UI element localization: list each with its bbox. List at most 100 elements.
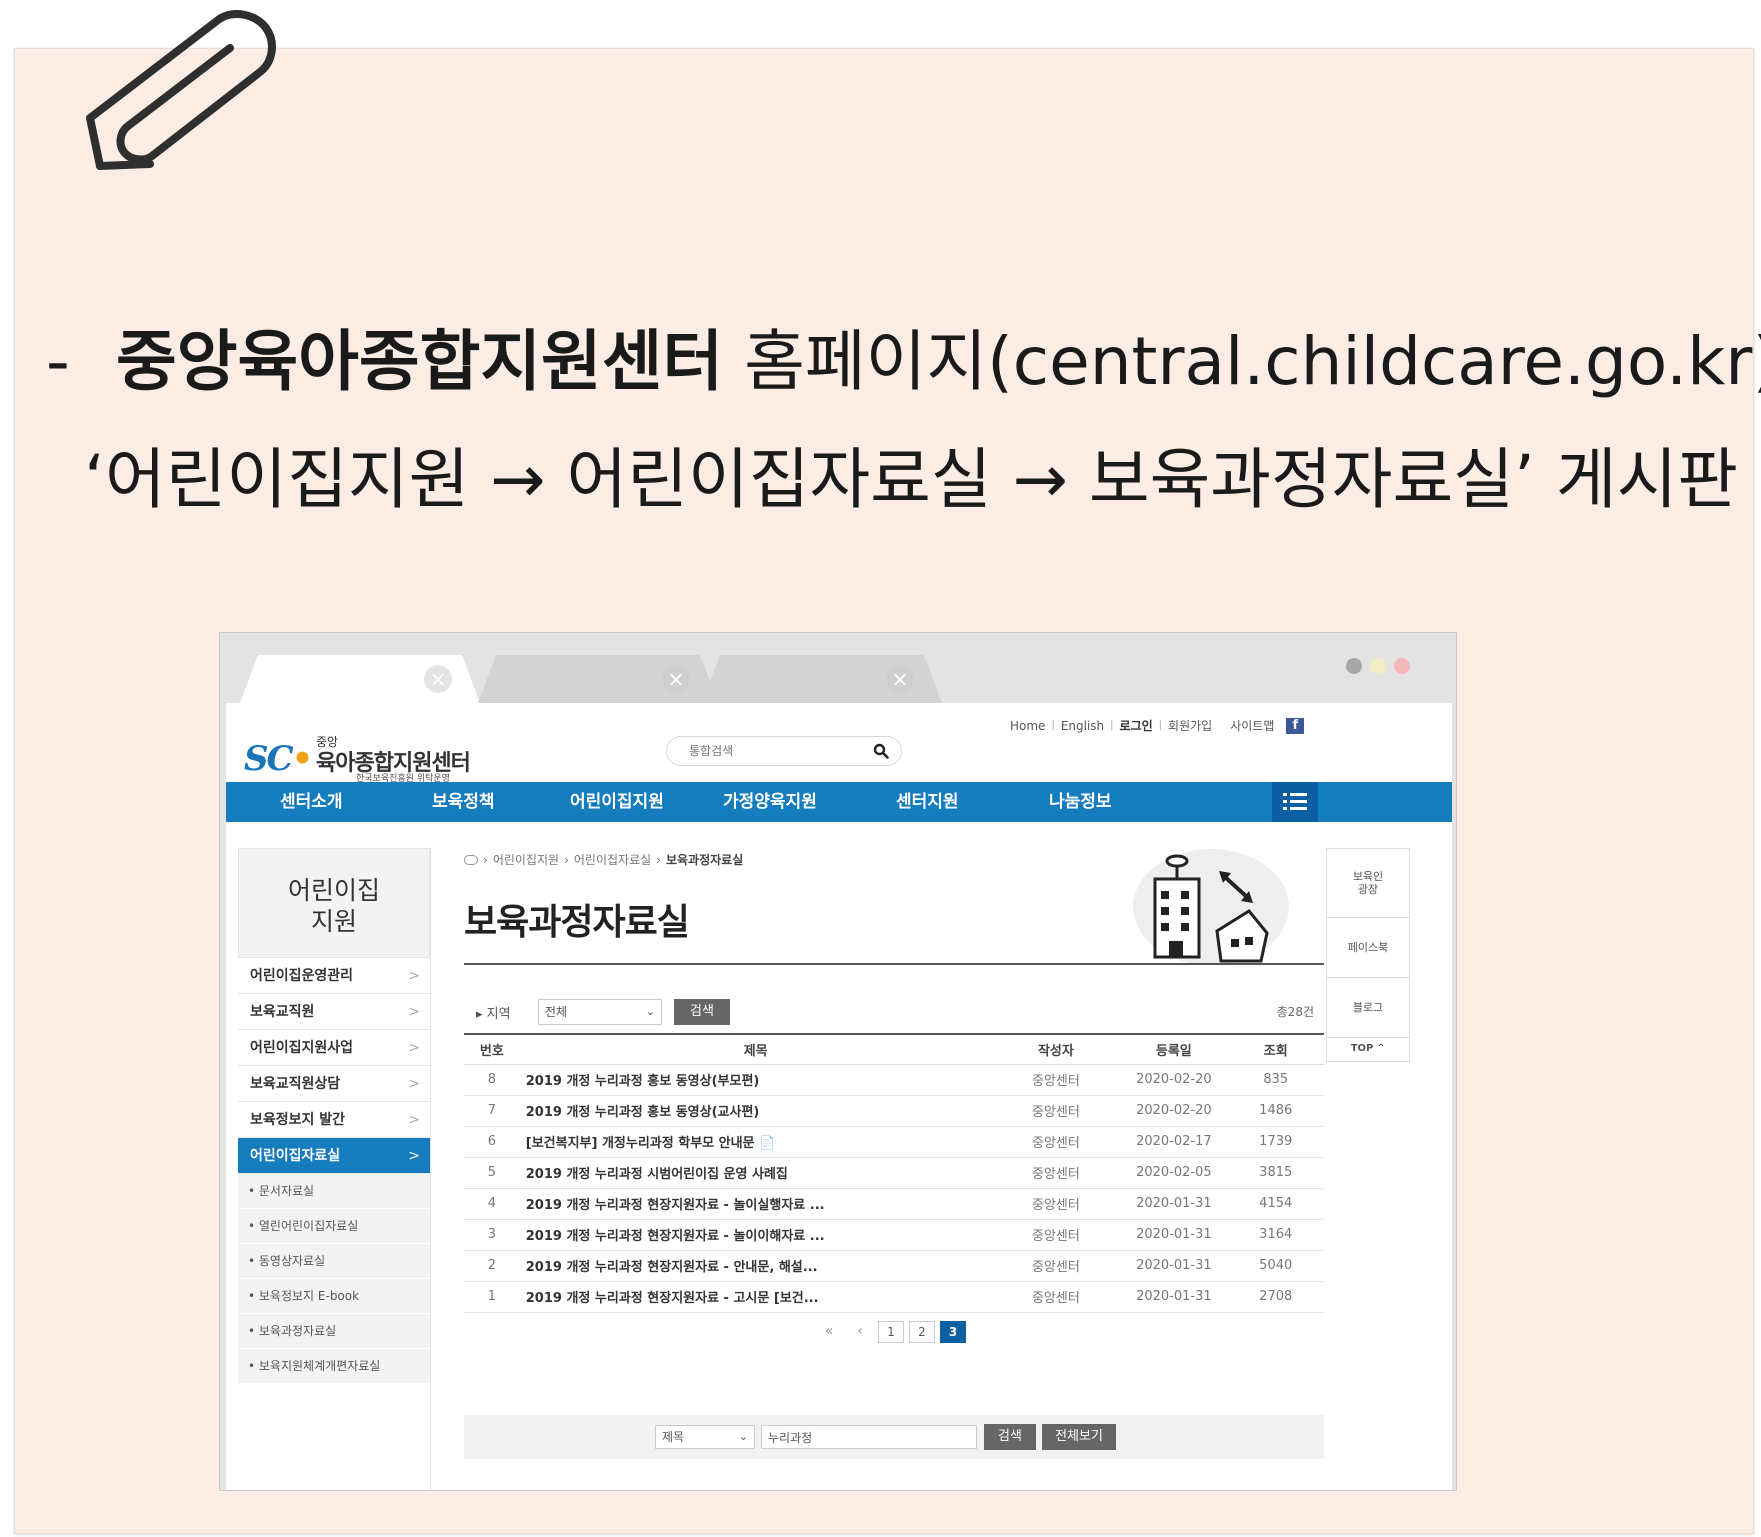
- lnb-item[interactable]: 어린이집운영관리 >: [238, 958, 430, 994]
- lnb-item-label: 어린이집자료실: [250, 1148, 341, 1164]
- cell-writer: 중앙센터: [991, 1281, 1121, 1313]
- web-page: SC• 중앙 육아종합지원센터 한국보육진흥원 위탁운영 Home | Engl…: [226, 703, 1452, 1490]
- gnb-item-sharing-info[interactable]: 나눔정보: [1049, 782, 1112, 822]
- page-button-current[interactable]: 3: [940, 1321, 966, 1343]
- table-row[interactable]: 3 2019 개정 누리과정 현장지원자료 - 놀이이해자료 ... 중앙센터 202…: [464, 1219, 1324, 1251]
- browser-tab[interactable]: ×: [702, 655, 942, 703]
- search-input[interactable]: [689, 742, 859, 760]
- facebook-icon[interactable]: f: [1286, 717, 1305, 734]
- cell-date: 2020-02-05: [1120, 1157, 1228, 1189]
- table-row[interactable]: 8 2019 개정 누리과정 홍보 동영상(부모편) 중앙센터 2020-02-20 8…: [464, 1064, 1324, 1096]
- first-page-button[interactable]: «: [816, 1321, 842, 1343]
- region-select[interactable]: 전체 ⌄: [538, 999, 662, 1025]
- lnb-item[interactable]: 보육교직원 >: [238, 994, 430, 1030]
- table-row[interactable]: 5 2019 개정 누리과정 시범어린이집 운영 사례집 중앙센터 2020-02-0…: [464, 1157, 1324, 1189]
- view-all-button[interactable]: 전체보기: [1042, 1424, 1116, 1450]
- cell-subject[interactable]: 2019 개정 누리과정 현장지원자료 - 놀이실행자료 ...: [519, 1188, 992, 1220]
- table-row[interactable]: 1 2019 개정 누리과정 현장지원자료 - 고시문 [보건... 중앙센터 202…: [464, 1281, 1324, 1313]
- browser-tab-active[interactable]: ×: [240, 655, 480, 703]
- keyword-input[interactable]: [761, 1425, 977, 1449]
- cell-date: 2020-02-20: [1120, 1095, 1228, 1127]
- sitemap-link[interactable]: 사이트맵: [1230, 717, 1274, 734]
- lnb-item[interactable]: 어린이집지원사업 >: [238, 1030, 430, 1066]
- pagination: « ‹ 1 2 3: [816, 1321, 966, 1343]
- global-nav: 센터소개 보육정책 어린이집지원 가정양육지원 센터지원 나눔정보: [226, 782, 1452, 822]
- close-icon[interactable]: ×: [424, 665, 452, 693]
- bottom-search-bar: 제목⌄ 검색 전체보기: [464, 1415, 1324, 1459]
- gnb-item-childcare-policy[interactable]: 보육정책: [432, 782, 495, 822]
- chevron-right-icon: >: [408, 1040, 420, 1056]
- column-header: 제목: [519, 1033, 992, 1065]
- cell-no: 8: [464, 1064, 520, 1096]
- quick-menu: 보육인 광장 페이스북 블로그 TOP ⌃: [1326, 848, 1410, 1062]
- search-button[interactable]: 검색: [984, 1424, 1036, 1450]
- breadcrumb-item[interactable]: 어린이집지원: [493, 851, 559, 868]
- cell-writer: 중앙센터: [991, 1126, 1121, 1158]
- cell-no: 1: [464, 1281, 520, 1313]
- browser-tab[interactable]: ×: [478, 655, 718, 703]
- lnb-sub-item[interactable]: • 동영상자료실: [238, 1244, 430, 1279]
- chevron-down-icon: ⌄: [738, 1430, 748, 1443]
- lnb-item[interactable]: 보육정보지 발간 >: [238, 1102, 430, 1138]
- cell-date: 2020-01-31: [1120, 1250, 1228, 1282]
- cell-subject[interactable]: [보건복지부] 개정누리과정 학부모 안내문 📄: [519, 1126, 992, 1158]
- lnb-sub-item[interactable]: • 보육과정자료실: [238, 1314, 430, 1349]
- join-link[interactable]: 회원가입: [1168, 717, 1212, 734]
- search-field-select[interactable]: 제목 ⌄: [655, 1425, 755, 1449]
- cell-subject[interactable]: 2019 개정 누리과정 홍보 동영상(교사편): [519, 1095, 992, 1127]
- login-link[interactable]: 로그인: [1120, 717, 1153, 734]
- site-logo[interactable]: SC• 중앙 육아종합지원센터 한국보육진흥원 위탁운영: [244, 733, 484, 785]
- cell-subject[interactable]: 2019 개정 누리과정 현장지원자료 - 안내문, 해설...: [519, 1250, 992, 1282]
- gnb-item-center-intro[interactable]: 센터소개: [280, 782, 343, 822]
- table-row[interactable]: 2 2019 개정 누리과정 현장지원자료 - 안내문, 해설... 중앙센터 202…: [464, 1250, 1324, 1282]
- window-minimize-dot[interactable]: [1346, 658, 1362, 674]
- english-link[interactable]: English: [1061, 719, 1104, 733]
- gnb-item-center-support[interactable]: 센터지원: [896, 782, 959, 822]
- browser-window: × × × SC• 중앙 육아종합지원센터 한국보육진흥원 위탁운영 Home …: [219, 632, 1457, 1491]
- table-row[interactable]: 4 2019 개정 누리과정 현장지원자료 - 놀이실행자료 ... 중앙센터 202…: [464, 1188, 1324, 1220]
- lnb-sub-item[interactable]: • 문서자료실: [238, 1174, 430, 1209]
- chevron-right-icon: >: [408, 1112, 420, 1128]
- column-header: 조회: [1227, 1033, 1324, 1065]
- lnb-item[interactable]: 보육교직원상담 >: [238, 1066, 430, 1102]
- quick-item-facebook[interactable]: 페이스북: [1326, 918, 1410, 978]
- region-label: ▸ 지역: [476, 1007, 511, 1022]
- quick-item-blog[interactable]: 블로그: [1326, 978, 1410, 1038]
- lnb-sub-item[interactable]: • 열린어린이집자료실: [238, 1209, 430, 1244]
- page-button[interactable]: 2: [909, 1321, 935, 1343]
- board-table: 번호 제목 작성자 등록일 조회 8 2019 개정 누리과정 홍보 동영상(부모…: [464, 1033, 1324, 1313]
- search-icon[interactable]: [873, 743, 889, 759]
- filter-row: ▸ 지역 전체 ⌄ 검색 총28건: [464, 999, 1324, 1025]
- page-button[interactable]: 1: [878, 1321, 904, 1343]
- table-row[interactable]: 7 2019 개정 누리과정 홍보 동영상(교사편) 중앙센터 2020-02-20 1…: [464, 1095, 1324, 1127]
- close-icon[interactable]: ×: [886, 665, 914, 693]
- scroll-top-button[interactable]: TOP ⌃: [1326, 1038, 1410, 1062]
- prev-page-button[interactable]: ‹: [847, 1321, 873, 1343]
- cell-subject[interactable]: 2019 개정 누리과정 현장지원자료 - 고시문 [보건...: [519, 1281, 992, 1313]
- cell-subject[interactable]: 2019 개정 누리과정 홍보 동영상(부모편): [519, 1064, 992, 1096]
- cell-views: 835: [1227, 1064, 1324, 1096]
- lnb-item[interactable]: 어린이집자료실 >: [238, 1138, 430, 1174]
- breadcrumb-item[interactable]: 어린이집자료실: [574, 851, 651, 868]
- window-close-dot[interactable]: [1394, 658, 1410, 674]
- cell-no: 3: [464, 1219, 520, 1251]
- lnb-sub-item[interactable]: • 보육지원체계개편자료실: [238, 1349, 430, 1384]
- quick-item-plaza[interactable]: 보육인 광장: [1326, 848, 1410, 918]
- gnb-item-daycare-support[interactable]: 어린이집지원: [570, 782, 664, 822]
- filter-search-button[interactable]: 검색: [674, 999, 730, 1025]
- lnb-sub-item[interactable]: • 보육정보지 E-book: [238, 1279, 430, 1314]
- home-link[interactable]: Home: [1010, 719, 1045, 733]
- table-row[interactable]: 6 [보건복지부] 개정누리과정 학부모 안내문 📄 중앙센터 2020-02-17 1…: [464, 1126, 1324, 1158]
- cell-subject[interactable]: 2019 개정 누리과정 시범어린이집 운영 사례집: [519, 1157, 992, 1189]
- home-icon[interactable]: [464, 854, 478, 865]
- cell-date: 2020-02-17: [1120, 1126, 1228, 1158]
- cell-subject[interactable]: 2019 개정 누리과정 현장지원자료 - 놀이이해자료 ...: [519, 1219, 992, 1251]
- cell-no: 2: [464, 1250, 520, 1282]
- cell-no: 4: [464, 1188, 520, 1220]
- close-icon[interactable]: ×: [662, 665, 690, 693]
- window-maximize-dot[interactable]: [1370, 658, 1386, 674]
- gnb-item-home-childcare[interactable]: 가정양육지원: [723, 782, 817, 822]
- cell-views: 2708: [1227, 1281, 1324, 1313]
- column-header: 번호: [464, 1033, 520, 1065]
- menu-icon[interactable]: [1272, 782, 1318, 822]
